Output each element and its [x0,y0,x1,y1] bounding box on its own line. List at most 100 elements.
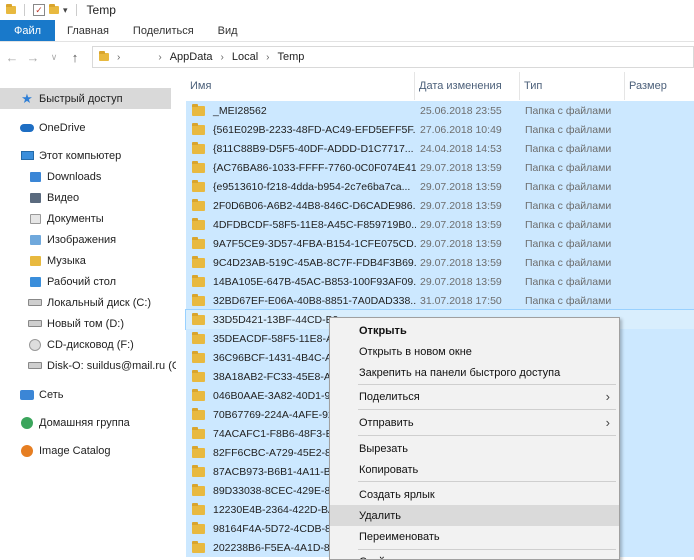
file-name-cell: 2F0D6B06-A6B2-44B8-846C-D6CADE986... [192,196,416,215]
chevron-right-icon[interactable]: › [266,52,269,63]
network-icon [20,389,34,401]
menu-item-copy[interactable]: Копировать [330,459,619,480]
nav-item-cd-drive[interactable]: CD-дисковод (F:) [0,334,171,355]
file-row[interactable]: {AC76BA86-1033-FFFF-7760-0C0F074E41... 29… [186,158,694,177]
nav-item-downloads[interactable]: Downloads [0,166,171,187]
nav-item-label: Локальный диск (C:) [47,296,152,309]
folder-icon [192,141,205,154]
breadcrumb-temp[interactable]: Temp [277,51,304,63]
folder-icon [192,160,205,173]
nav-item-label: Музыка [47,254,86,267]
customize-toolbar-icon[interactable]: ▾ [63,5,68,16]
folder-icon [192,293,205,306]
file-row[interactable]: 2F0D6B06-A6B2-44B8-846C-D6CADE986... 29.0… [186,196,694,215]
file-date: 29.07.2018 13:59 [420,218,502,231]
menu-item-cut[interactable]: Вырезать [330,438,619,459]
nav-item-quick-access[interactable]: ★ Быстрый доступ [0,88,171,109]
file-row[interactable]: {811C88B9-D5F5-40DF-ADDD-D1C7717... 24.04… [186,139,694,158]
recent-locations-chevron-icon[interactable]: ∨ [45,47,63,67]
nav-item-onedrive[interactable]: OneDrive [0,117,171,138]
file-row[interactable]: {561E029B-2233-48FD-AC49-EFD5EFF5F... 27.… [186,120,694,139]
tab-home[interactable]: Главная [55,20,121,41]
file-name-cell: 14BA105E-647B-45AC-B853-100F93AF09... [192,272,416,291]
video-folder-icon [28,192,42,204]
column-header-name[interactable]: Имя [186,72,415,100]
breadcrumb-appdata[interactable]: AppData [170,51,213,63]
menu-item-label: Удалить [359,509,401,522]
menu-item-pin-quick-access[interactable]: Закрепить на панели быстрого доступа [330,362,619,383]
nav-item-music[interactable]: Музыка [0,250,171,271]
column-header-size[interactable]: Размер [625,72,694,100]
nav-item-drive-d[interactable]: Новый том (D:) [0,313,171,334]
menu-item-create-shortcut[interactable]: Создать ярлык [330,484,619,505]
address-bar[interactable]: › › AppData › Local › Temp [92,46,694,68]
file-type: Папка с файлами [525,104,612,117]
chevron-right-icon[interactable]: › [158,52,161,63]
folder-icon [192,179,205,192]
forward-arrow-icon[interactable]: → [24,47,42,67]
file-name: 32BD67EF-E06A-40B8-8851-7A0DAD338... [213,294,416,307]
nav-item-desktop[interactable]: Рабочий стол [0,271,171,292]
menu-item-share[interactable]: Поделиться › [330,386,619,407]
folder-icon [192,445,205,458]
menu-item-send-to[interactable]: Отправить › [330,412,619,433]
folder-icon [192,350,205,363]
file-row[interactable]: 9A7F5CE9-3D57-4FBA-B154-1CFE075CD... 29.0… [186,234,694,253]
file-name: 4DFDBCDF-58F5-11E8-A45C-F859719B0... [213,218,416,231]
properties-check-icon[interactable]: ✓ [33,4,45,16]
file-name: 98164F4A-5D72-4CDB-8C [213,522,339,535]
file-row[interactable]: 4DFDBCDF-58F5-11E8-A45C-F859719B0... 29.0… [186,215,694,234]
column-header-date[interactable]: Дата изменения [415,72,520,100]
breadcrumb-local[interactable]: Local [232,51,258,63]
nav-item-network[interactable]: Сеть [0,384,171,405]
menu-item-delete[interactable]: Удалить [330,505,619,526]
menu-item-properties[interactable]: Свойства [330,551,619,560]
nav-item-pictures[interactable]: Изображения [0,229,171,250]
file-row[interactable]: 32BD67EF-E06A-40B8-8851-7A0DAD338... 31.0… [186,291,694,310]
folder-icon [192,483,205,496]
file-name: 14BA105E-647B-45AC-B853-100F93AF09... [213,275,416,288]
nav-item-video[interactable]: Видео [0,187,171,208]
chevron-right-icon[interactable]: › [221,52,224,63]
nav-item-this-pc[interactable]: Этот компьютер [0,145,171,166]
tab-file[interactable]: Файл [0,20,56,41]
file-type: Папка с файлами [525,161,612,174]
column-header-type[interactable]: Тип [520,72,625,100]
folder-icon [6,4,16,14]
file-date: 27.06.2018 10:49 [420,123,502,136]
file-name-cell: 9A7F5CE9-3D57-4FBA-B154-1CFE075CD... [192,234,416,253]
nav-item-documents[interactable]: Документы [0,208,171,229]
tab-share[interactable]: Поделиться [121,20,206,41]
separator [24,4,25,16]
window-title: Temp [86,3,116,17]
up-arrow-icon[interactable]: ↑ [66,47,84,67]
navigation-bar: ← → ∨ ↑ › › AppData › Local › Temp [0,42,694,72]
nav-item-image-catalog[interactable]: Image Catalog [0,440,171,461]
file-row[interactable]: 14BA105E-647B-45AC-B853-100F93AF09... 29.… [186,272,694,291]
file-name-cell: 32BD67EF-E06A-40B8-8851-7A0DAD338... [192,291,416,310]
menu-item-open-new-window[interactable]: Открыть в новом окне [330,341,619,362]
download-folder-icon [28,171,42,183]
menu-item-open[interactable]: Открыть [330,320,619,341]
nav-item-homegroup[interactable]: Домашняя группа [0,412,171,433]
nav-item-drive-c[interactable]: Локальный диск (C:) [0,292,171,313]
nav-item-label: Новый том (D:) [47,317,124,330]
file-name: _MEI28562 [213,104,267,117]
back-arrow-icon[interactable]: ← [3,47,21,67]
menu-item-label: Открыть в новом окне [359,345,472,358]
file-date: 29.07.2018 13:59 [420,199,502,212]
file-row[interactable]: _MEI28562 25.06.2018 23:55 Папка с файлами [186,101,694,120]
file-name: {811C88B9-D5F5-40DF-ADDD-D1C7717... [213,142,414,155]
nav-item-disk-o[interactable]: Disk-O: suildus@mail.ru (O: [0,355,176,376]
file-row[interactable]: 9C4D23AB-519C-45AB-8C7F-FDB4F3B69... 29.0… [186,253,694,272]
chevron-right-icon[interactable]: › [117,52,120,63]
nav-item-label: Документы [47,212,104,225]
new-folder-icon[interactable] [49,4,59,14]
ribbon-tabs: Файл Главная Поделиться Вид [0,20,694,42]
nav-item-label: Видео [47,191,80,204]
file-row[interactable]: {e9513610-f218-4dda-b954-2c7e6ba7ca... 29… [186,177,694,196]
tab-view[interactable]: Вид [206,20,250,41]
music-folder-icon [28,255,42,267]
menu-item-rename[interactable]: Переименовать [330,526,619,547]
nav-item-label: CD-дисковод (F:) [47,338,134,351]
